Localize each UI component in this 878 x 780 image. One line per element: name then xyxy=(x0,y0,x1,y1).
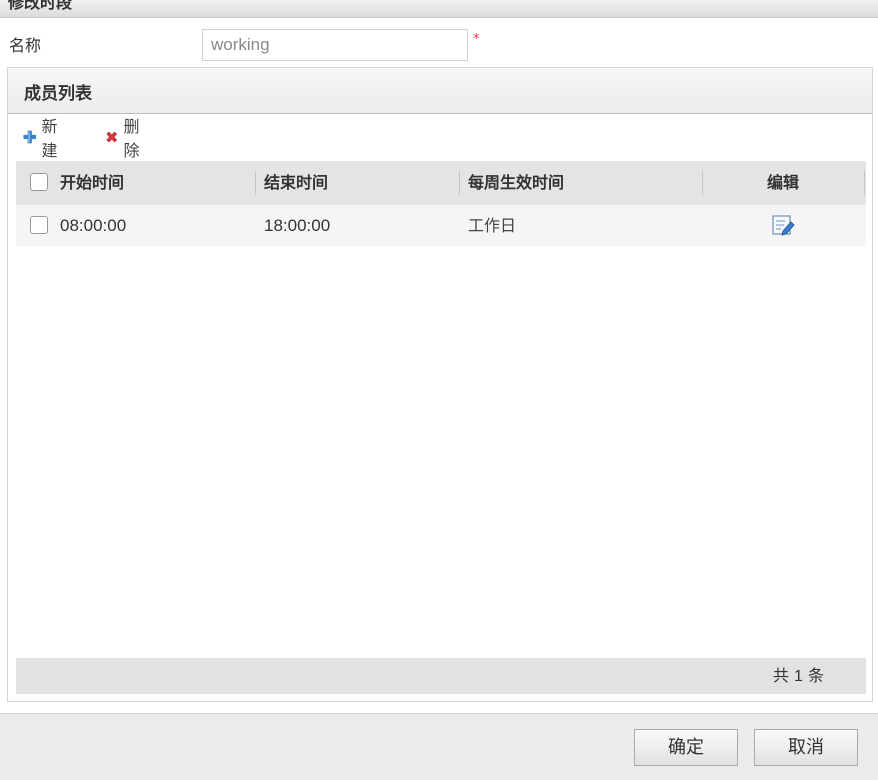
cancel-button[interactable]: 取消 xyxy=(754,729,858,766)
name-label: 名称 xyxy=(9,36,42,55)
cell-weekly: 工作日 xyxy=(468,216,517,235)
new-button-label: 新建 xyxy=(41,117,58,160)
column-header-start[interactable]: 开始时间 xyxy=(60,161,124,205)
column-header-weekly[interactable]: 每周生效时间 xyxy=(468,161,564,205)
member-list-panel: 成员列表 新建 删除 开始时间 结束时间 每周生效时间 编辑 08:00:00 … xyxy=(7,67,873,702)
column-divider xyxy=(702,171,703,195)
delete-x-icon xyxy=(106,131,118,143)
row-checkbox[interactable] xyxy=(30,216,48,234)
panel-header: 成员列表 xyxy=(8,68,872,114)
plus-icon xyxy=(23,130,37,144)
grid-header: 开始时间 结束时间 每周生效时间 编辑 xyxy=(16,161,866,205)
delete-button[interactable]: 删除 xyxy=(104,117,146,160)
record-count-suffix: 条 xyxy=(807,666,824,685)
confirm-button[interactable]: 确定 xyxy=(634,729,738,766)
record-count-prefix: 共 xyxy=(772,666,789,685)
record-count: 共 1 条 xyxy=(773,658,824,695)
record-count-value: 1 xyxy=(793,668,803,685)
dialog-footer: 确定 取消 xyxy=(0,713,878,780)
new-button[interactable]: 新建 xyxy=(22,117,64,160)
grid-footer: 共 1 条 xyxy=(16,658,866,694)
dialog-title: 修改时段 xyxy=(8,0,73,12)
select-all-checkbox[interactable] xyxy=(30,173,48,191)
edit-icon[interactable] xyxy=(771,213,795,241)
required-mark: * xyxy=(473,32,480,47)
column-header-edit: 编辑 xyxy=(767,173,800,192)
panel-title: 成员列表 xyxy=(24,84,92,104)
name-input[interactable] xyxy=(202,29,468,61)
cell-end-time: 18:00:00 xyxy=(264,216,331,235)
column-divider xyxy=(255,171,256,195)
column-divider xyxy=(864,171,865,195)
delete-button-label: 删除 xyxy=(123,117,140,160)
cell-start-time: 08:00:00 xyxy=(60,216,127,235)
table-row[interactable]: 08:00:00 18:00:00 工作日 xyxy=(16,205,866,246)
column-header-end[interactable]: 结束时间 xyxy=(264,161,328,205)
column-divider xyxy=(459,171,460,195)
dialog-titlebar: 修改时段 xyxy=(0,0,878,18)
